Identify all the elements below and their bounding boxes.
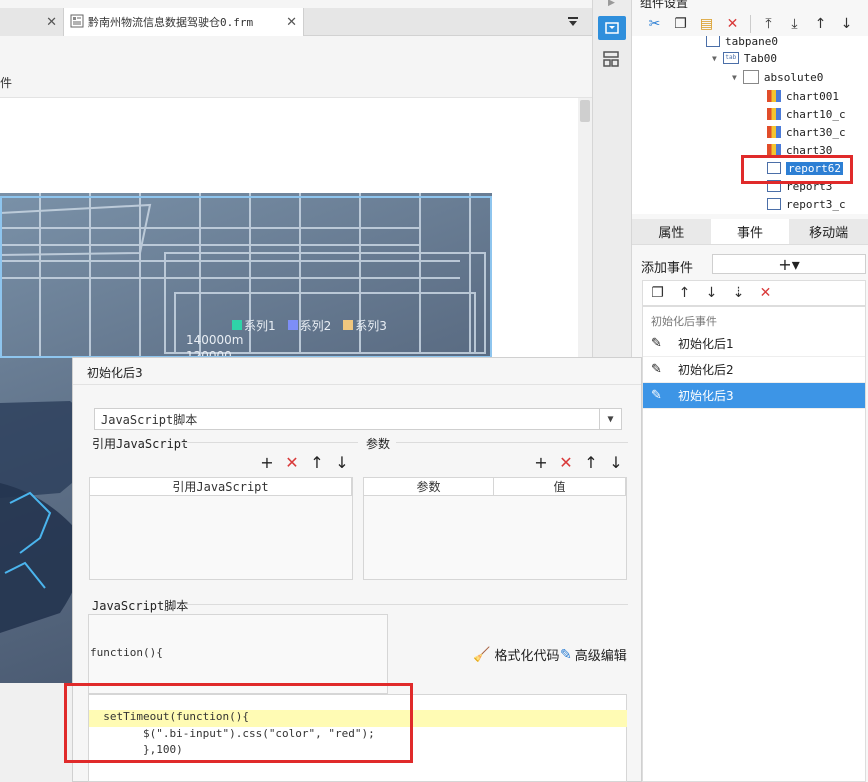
widget-tree-toolbar: ✂ ❐ ▤ ✕ ⤒ ⤓ ↑ ↓ [640,12,864,36]
add-icon[interactable]: + [259,453,275,472]
tab-label: 黔南州物流信息数据驾驶仓0.frm [88,16,254,29]
dialog-title: 初始化后3 [87,366,143,380]
add-event-button[interactable]: +▾ [712,254,866,274]
function-header: function(){ [90,646,163,659]
event-item[interactable]: ✎ 初始化后2 [643,357,865,383]
expand-arrow-icon[interactable]: ▼ [712,54,717,63]
table-header: 参数 值 [364,478,626,496]
widget-tree: tabpane0 ▼ tab Tab00 ▼ absolute0 chart00… [632,36,868,214]
tab-mobile[interactable]: 移动端 [789,219,868,244]
params-table[interactable]: 参数 值 [363,477,627,580]
paste-icon[interactable]: ▤ [698,16,715,33]
edit-icon: ✎ [560,646,572,663]
chevron-down-icon[interactable]: ▼ [599,409,621,429]
side-panel-label: 件 [0,76,13,90]
divider [182,604,628,605]
move-down-icon[interactable]: ↓ [608,453,624,472]
widget-view-button[interactable] [598,16,626,40]
move-bottom-icon[interactable]: ⤓ [786,16,803,33]
sort-down-icon[interactable]: ⇣ [730,285,747,302]
annotation-highlight-box [741,155,853,184]
move-up-icon[interactable]: ↑ [309,453,325,472]
add-icon[interactable]: + [533,453,549,472]
document-tab-active[interactable]: 黔南州物流信息数据驾驶仓0.frm ✕ [64,8,304,36]
chart-icon [767,90,781,102]
divider [73,384,641,385]
tree-node-tab[interactable]: ▼ tab Tab00 [712,49,777,67]
column-header[interactable]: 引用JavaScript [90,478,352,495]
format-code-button[interactable]: 🧹 格式化代码 [473,645,559,665]
tab-list-dropdown-icon[interactable] [566,14,582,30]
chart-icon [767,126,781,138]
tree-node-report[interactable]: report3_c [767,195,846,213]
params-toolbar: + ✕ ↑ ↓ [533,453,624,472]
delete-icon[interactable]: ✕ [558,453,574,472]
tree-node-tabpane[interactable]: tabpane0 [706,36,778,50]
event-item-active[interactable]: ✎ 初始化后3 [643,383,865,409]
delete-icon[interactable]: ✕ [757,285,774,302]
scrollbar-thumb[interactable] [580,100,590,122]
delete-icon[interactable]: ✕ [724,16,741,33]
add-event-label: 添加事件 [641,261,694,276]
event-list: 初始化后事件 ✎ 初始化后1 ✎ 初始化后2 ✎ 初始化后3 [642,306,866,782]
toolbar-divider [750,15,751,33]
column-header[interactable]: 值 [494,478,626,495]
delete-icon[interactable]: ✕ [284,453,300,472]
ref-js-toolbar: + ✕ ↑ ↓ [259,453,350,472]
selected-widget-frame [0,196,492,358]
copy-icon[interactable]: ❐ [649,285,666,302]
report-icon [767,198,781,210]
tab-properties[interactable]: 属性 [632,219,711,244]
move-up-icon[interactable]: ↑ [676,285,693,302]
collapse-arrow-icon[interactable]: ▶ [608,0,615,8]
panel-title: 组件设置 [640,0,689,10]
copy-icon[interactable]: ❐ [672,16,689,33]
tab-icon: tab [722,52,739,64]
tab-events[interactable]: 事件 [710,219,790,244]
close-icon[interactable]: ✕ [46,15,57,30]
frm-file-icon [70,14,84,31]
column-header[interactable]: 参数 [364,478,494,495]
event-toolbar: ❐ ↑ ↓ ⇣ ✕ [642,280,866,306]
property-tabs: 属性 事件 移动端 [632,219,868,245]
ref-js-label: 引用JavaScript [92,437,189,451]
layout-view-icon[interactable] [602,50,622,70]
advanced-edit-button[interactable]: ✎ 高级编辑 [560,645,627,665]
tree-node-chart[interactable]: chart001 [767,87,839,105]
document-tab-strip: ✕ 黔南州物流信息数据驾驶仓0.frm ✕ [0,8,592,36]
edit-pen-icon: ✎ [651,336,662,351]
edit-pen-icon: ✎ [651,388,662,403]
broom-icon: 🧹 [473,646,491,663]
divider [180,442,358,443]
move-up-icon[interactable]: ↑ [583,453,599,472]
cut-icon[interactable]: ✂ [646,16,663,33]
move-down-icon[interactable]: ↓ [838,16,855,33]
script-label: JavaScript脚本 [92,599,189,613]
expand-arrow-icon[interactable]: ▼ [732,73,737,82]
absolute-layout-icon [742,70,759,84]
tree-node-chart[interactable]: chart10_c [767,105,846,123]
close-icon[interactable]: ✕ [286,15,297,30]
select-value: JavaScript脚本 [101,412,198,427]
move-down-icon[interactable]: ↓ [703,285,720,302]
move-up-icon[interactable]: ↑ [812,16,829,33]
event-section-header: 初始化后事件 [651,315,717,328]
move-down-icon[interactable]: ↓ [334,453,350,472]
script-type-select[interactable]: JavaScript脚本 ▼ [94,408,622,430]
edit-pen-icon: ✎ [651,362,662,377]
move-top-icon[interactable]: ⤒ [760,16,777,33]
tabpane-icon [706,36,720,47]
table-header: 引用JavaScript [90,478,352,496]
event-item[interactable]: ✎ 初始化后1 [643,331,865,357]
tree-node-absolute[interactable]: ▼ absolute0 [732,68,823,86]
document-tab-previous[interactable]: ✕ [0,8,64,36]
chart-icon [767,108,781,120]
annotation-highlight-box [64,683,413,763]
divider [396,442,628,443]
tree-node-chart[interactable]: chart30_c [767,123,846,141]
canvas-scrollbar[interactable] [578,98,592,358]
params-label: 参数 [366,437,391,451]
ref-js-table[interactable]: 引用JavaScript [89,477,353,580]
